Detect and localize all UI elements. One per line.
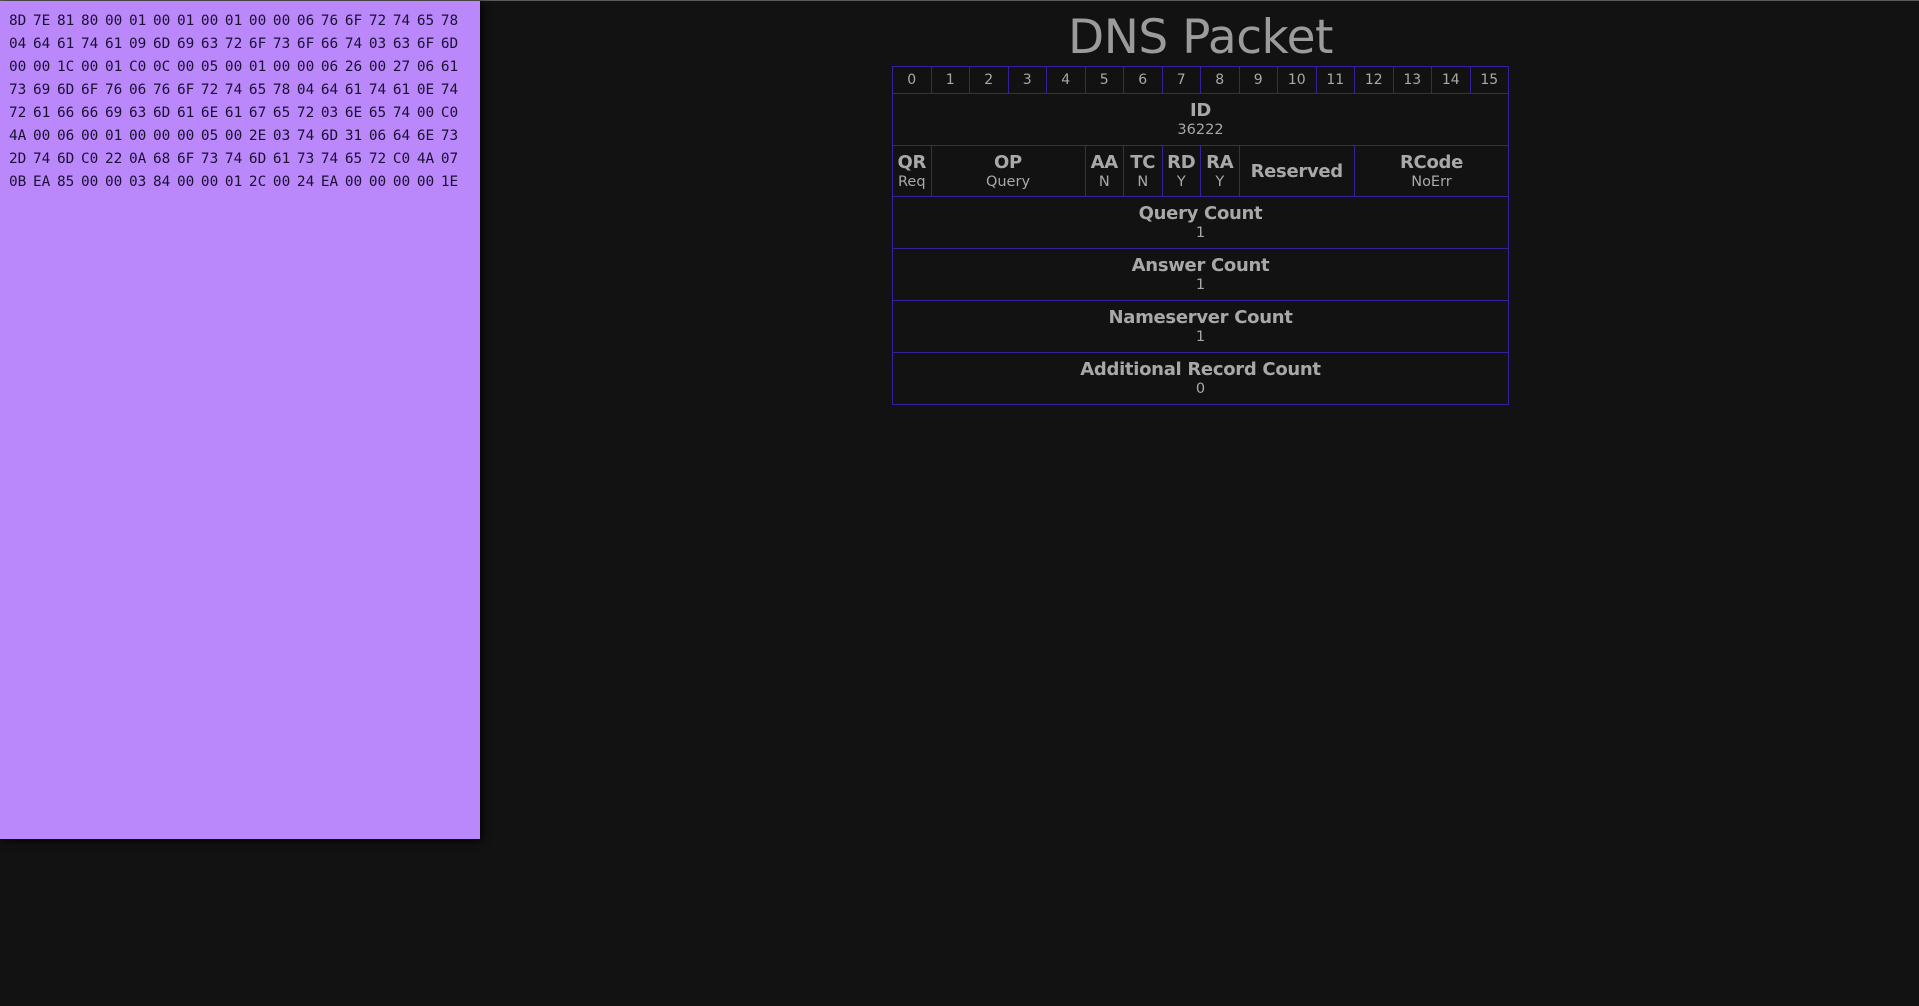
field-name: OP xyxy=(994,151,1022,173)
field-id[interactable]: ID 36222 xyxy=(892,93,1509,146)
field-value: Y xyxy=(1215,173,1225,190)
dns-header-grid: 0 1 2 3 4 5 6 7 8 9 10 11 12 13 14 15 ID… xyxy=(892,66,1509,405)
bit-index: 10 xyxy=(1277,66,1317,94)
bit-index: 8 xyxy=(1200,66,1240,94)
field-name: RCode xyxy=(1399,151,1464,173)
bit-index: 3 xyxy=(1007,66,1047,94)
bit-index: 2 xyxy=(969,66,1009,94)
field-qr[interactable]: QR Req xyxy=(892,145,932,197)
field-op[interactable]: OP Query xyxy=(930,145,1086,197)
field-value: NoErr xyxy=(1411,173,1452,190)
page-title: DNS Packet xyxy=(1068,10,1333,65)
field-name: RD xyxy=(1167,151,1196,173)
field-value: Y xyxy=(1176,173,1186,190)
field-answer-count[interactable]: Answer Count 1 xyxy=(892,248,1509,301)
field-ra[interactable]: RA Y xyxy=(1200,145,1240,197)
field-name: Additional Record Count xyxy=(1080,359,1321,380)
field-query-count[interactable]: Query Count 1 xyxy=(892,196,1509,249)
field-value: 0 xyxy=(1195,381,1206,397)
field-rcode[interactable]: RCode NoErr xyxy=(1354,145,1509,197)
flags-row: QR Req OP Query AA N TC N RD Y RA Y Rese… xyxy=(892,145,1509,197)
field-name: Query Count xyxy=(1138,203,1263,224)
bit-index: 5 xyxy=(1084,66,1124,94)
field-tc[interactable]: TC N xyxy=(1123,145,1163,197)
bit-index: 6 xyxy=(1123,66,1163,94)
field-value: Req xyxy=(897,173,926,190)
bit-index: 12 xyxy=(1354,66,1394,94)
field-value: 36222 xyxy=(1177,122,1224,138)
bit-index: 15 xyxy=(1469,66,1509,94)
bit-index: 7 xyxy=(1161,66,1201,94)
id-row: ID 36222 xyxy=(892,93,1509,146)
field-value: N xyxy=(1137,173,1149,190)
field-nameserver-count[interactable]: Nameserver Count 1 xyxy=(892,300,1509,353)
field-additional-record-count[interactable]: Additional Record Count 0 xyxy=(892,352,1509,405)
field-name: Nameserver Count xyxy=(1108,307,1293,328)
field-rd[interactable]: RD Y xyxy=(1161,145,1201,197)
nameserver-count-row: Nameserver Count 1 xyxy=(892,300,1509,353)
bit-index: 14 xyxy=(1431,66,1471,94)
field-name: Answer Count xyxy=(1131,255,1270,276)
bit-index: 1 xyxy=(930,66,970,94)
bit-index: 9 xyxy=(1238,66,1278,94)
query-count-row: Query Count 1 xyxy=(892,196,1509,249)
bit-index: 11 xyxy=(1315,66,1355,94)
bit-index: 13 xyxy=(1392,66,1432,94)
hex-dump-panel[interactable]: 8D 7E 81 80 00 01 00 01 00 01 00 00 06 7… xyxy=(0,1,480,839)
additional-count-row: Additional Record Count 0 xyxy=(892,352,1509,405)
bit-index-row: 0 1 2 3 4 5 6 7 8 9 10 11 12 13 14 15 xyxy=(892,66,1509,94)
field-name: Reserved xyxy=(1250,160,1344,182)
field-aa[interactable]: AA N xyxy=(1084,145,1124,197)
field-name: RA xyxy=(1206,151,1234,173)
bit-index: 0 xyxy=(892,66,932,94)
field-name: QR xyxy=(897,151,927,173)
field-value: 1 xyxy=(1195,277,1206,293)
field-value: 1 xyxy=(1195,329,1206,345)
answer-count-row: Answer Count 1 xyxy=(892,248,1509,301)
field-name: TC xyxy=(1130,151,1156,173)
field-reserved[interactable]: Reserved xyxy=(1238,145,1355,197)
bit-index: 4 xyxy=(1046,66,1086,94)
field-name: AA xyxy=(1090,151,1119,173)
field-value: N xyxy=(1098,173,1110,190)
field-name: ID xyxy=(1189,100,1212,121)
field-value: 1 xyxy=(1195,225,1206,241)
field-value: Query xyxy=(985,173,1031,190)
